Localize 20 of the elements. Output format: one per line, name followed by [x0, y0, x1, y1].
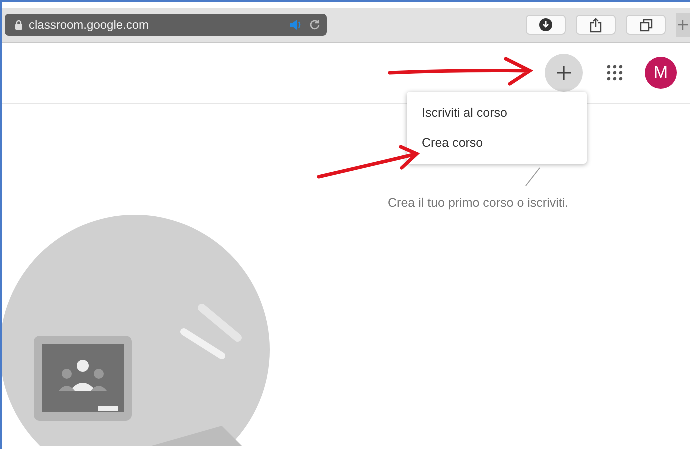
share-icon [590, 18, 602, 32]
address-bar[interactable]: classroom.google.com [5, 14, 327, 36]
lock-icon [15, 20, 23, 30]
downloads-button[interactable] [526, 15, 566, 35]
apps-grid-icon[interactable] [607, 65, 623, 81]
new-tab-button[interactable] [676, 13, 690, 37]
tabs-icon [640, 18, 652, 32]
plus-icon [556, 65, 572, 81]
menu-item[interactable]: Crea corso [407, 128, 587, 158]
url-text: classroom.google.com [29, 18, 150, 32]
add-button[interactable] [545, 54, 583, 92]
menu-item[interactable]: Iscriviti al corso [407, 98, 587, 128]
empty-state-message: Crea il tuo primo corso o iscriviti. [388, 196, 569, 210]
tabs-button[interactable] [626, 15, 666, 35]
account-avatar[interactable]: M [645, 57, 677, 89]
download-icon [539, 18, 553, 32]
plus-icon [678, 20, 688, 30]
reload-icon[interactable] [309, 19, 321, 31]
share-button[interactable] [576, 15, 616, 35]
guide-line [525, 167, 541, 187]
